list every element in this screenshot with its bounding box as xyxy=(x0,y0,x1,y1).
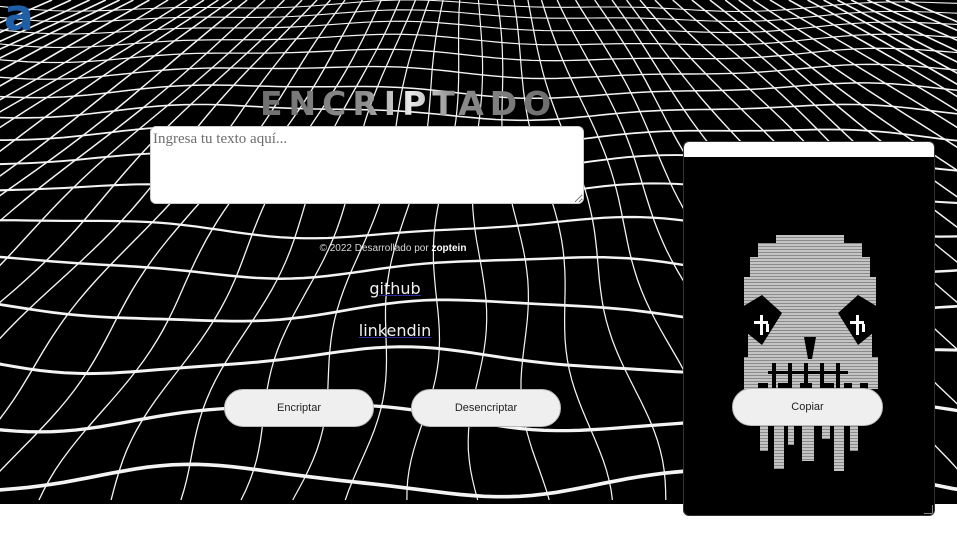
copyright-text: © 2022 Desarrollado por zoptein xyxy=(280,243,506,254)
linkedin-link[interactable]: linkendin xyxy=(335,321,455,340)
text-input[interactable] xyxy=(150,126,584,204)
pixel-skull-icon xyxy=(742,235,878,471)
decrypt-button[interactable]: Desencriptar xyxy=(411,389,561,427)
logo-icon: a xyxy=(4,0,34,41)
encrypt-button[interactable]: Encriptar xyxy=(224,389,374,427)
resize-handle[interactable] xyxy=(924,505,933,514)
output-panel xyxy=(683,141,935,516)
page-title: ENCRIPTADOR xyxy=(260,84,589,123)
copyright-prefix: © 2022 Desarrollado por xyxy=(319,243,432,254)
author-name: zoptein xyxy=(431,243,467,254)
copy-button[interactable]: Copiar xyxy=(732,388,883,426)
github-link[interactable]: github xyxy=(340,279,450,298)
output-panel-header xyxy=(684,142,934,157)
